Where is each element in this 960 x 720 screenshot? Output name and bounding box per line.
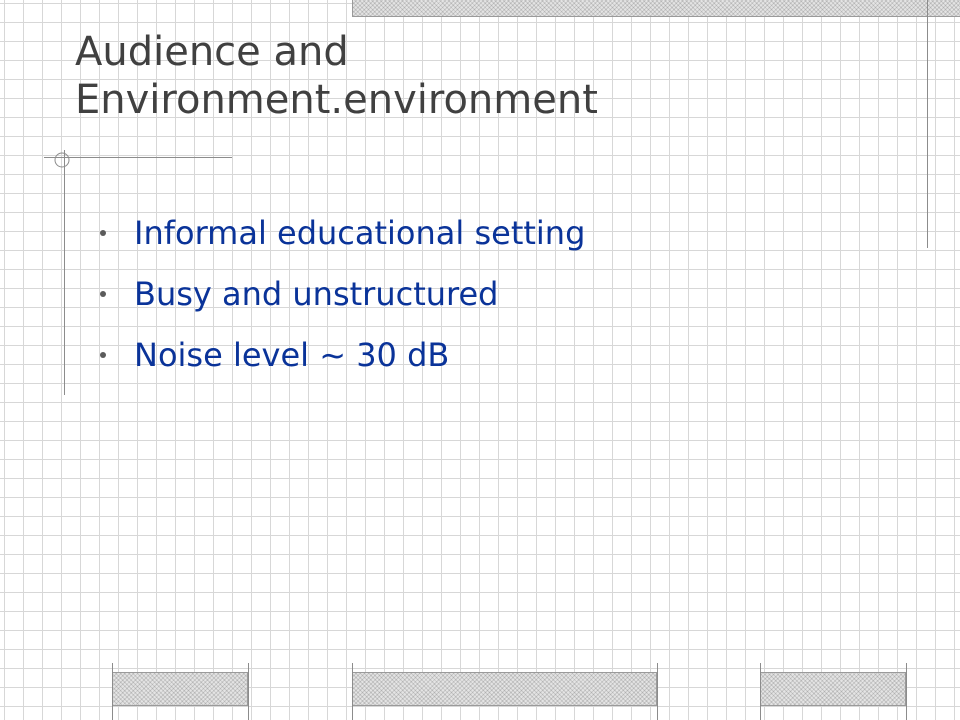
bullet-list: Informal educational setting Busy and un… xyxy=(100,208,585,391)
bottom-tick xyxy=(760,663,761,720)
bottom-tick xyxy=(248,663,249,720)
bullet-text: Noise level ~ 30 dB xyxy=(134,336,450,374)
bottom-tick xyxy=(906,663,907,720)
bullet-dot-icon xyxy=(100,352,106,358)
bullet-dot-icon xyxy=(100,230,106,236)
bottom-tick xyxy=(657,663,658,720)
slide-title-line-2: Environment.environment xyxy=(75,77,598,123)
top-decor-bar xyxy=(352,0,960,17)
crosshair-circle-icon xyxy=(54,152,70,168)
slide-title-line-1: Audience and xyxy=(75,29,349,75)
bottom-decor-block-middle xyxy=(352,672,657,706)
title-underline xyxy=(44,157,232,158)
bullet-text: Busy and unstructured xyxy=(134,275,499,313)
bottom-decor-block-right xyxy=(760,672,906,706)
bullet-item: Noise level ~ 30 dB xyxy=(100,330,585,391)
bottom-tick xyxy=(112,663,113,720)
bottom-decor-block-left xyxy=(112,672,248,706)
slide-title: Audience and Environment.environment xyxy=(75,28,598,124)
bullet-item: Busy and unstructured xyxy=(100,269,585,330)
bottom-tick xyxy=(352,663,353,720)
right-vertical-rule xyxy=(927,0,928,248)
bullet-item: Informal educational setting xyxy=(100,208,585,269)
slide-canvas: Audience and Environment.environment Inf… xyxy=(0,0,960,720)
bullet-dot-icon xyxy=(100,291,106,297)
bullet-text: Informal educational setting xyxy=(134,214,586,252)
left-vertical-rule xyxy=(64,150,65,395)
